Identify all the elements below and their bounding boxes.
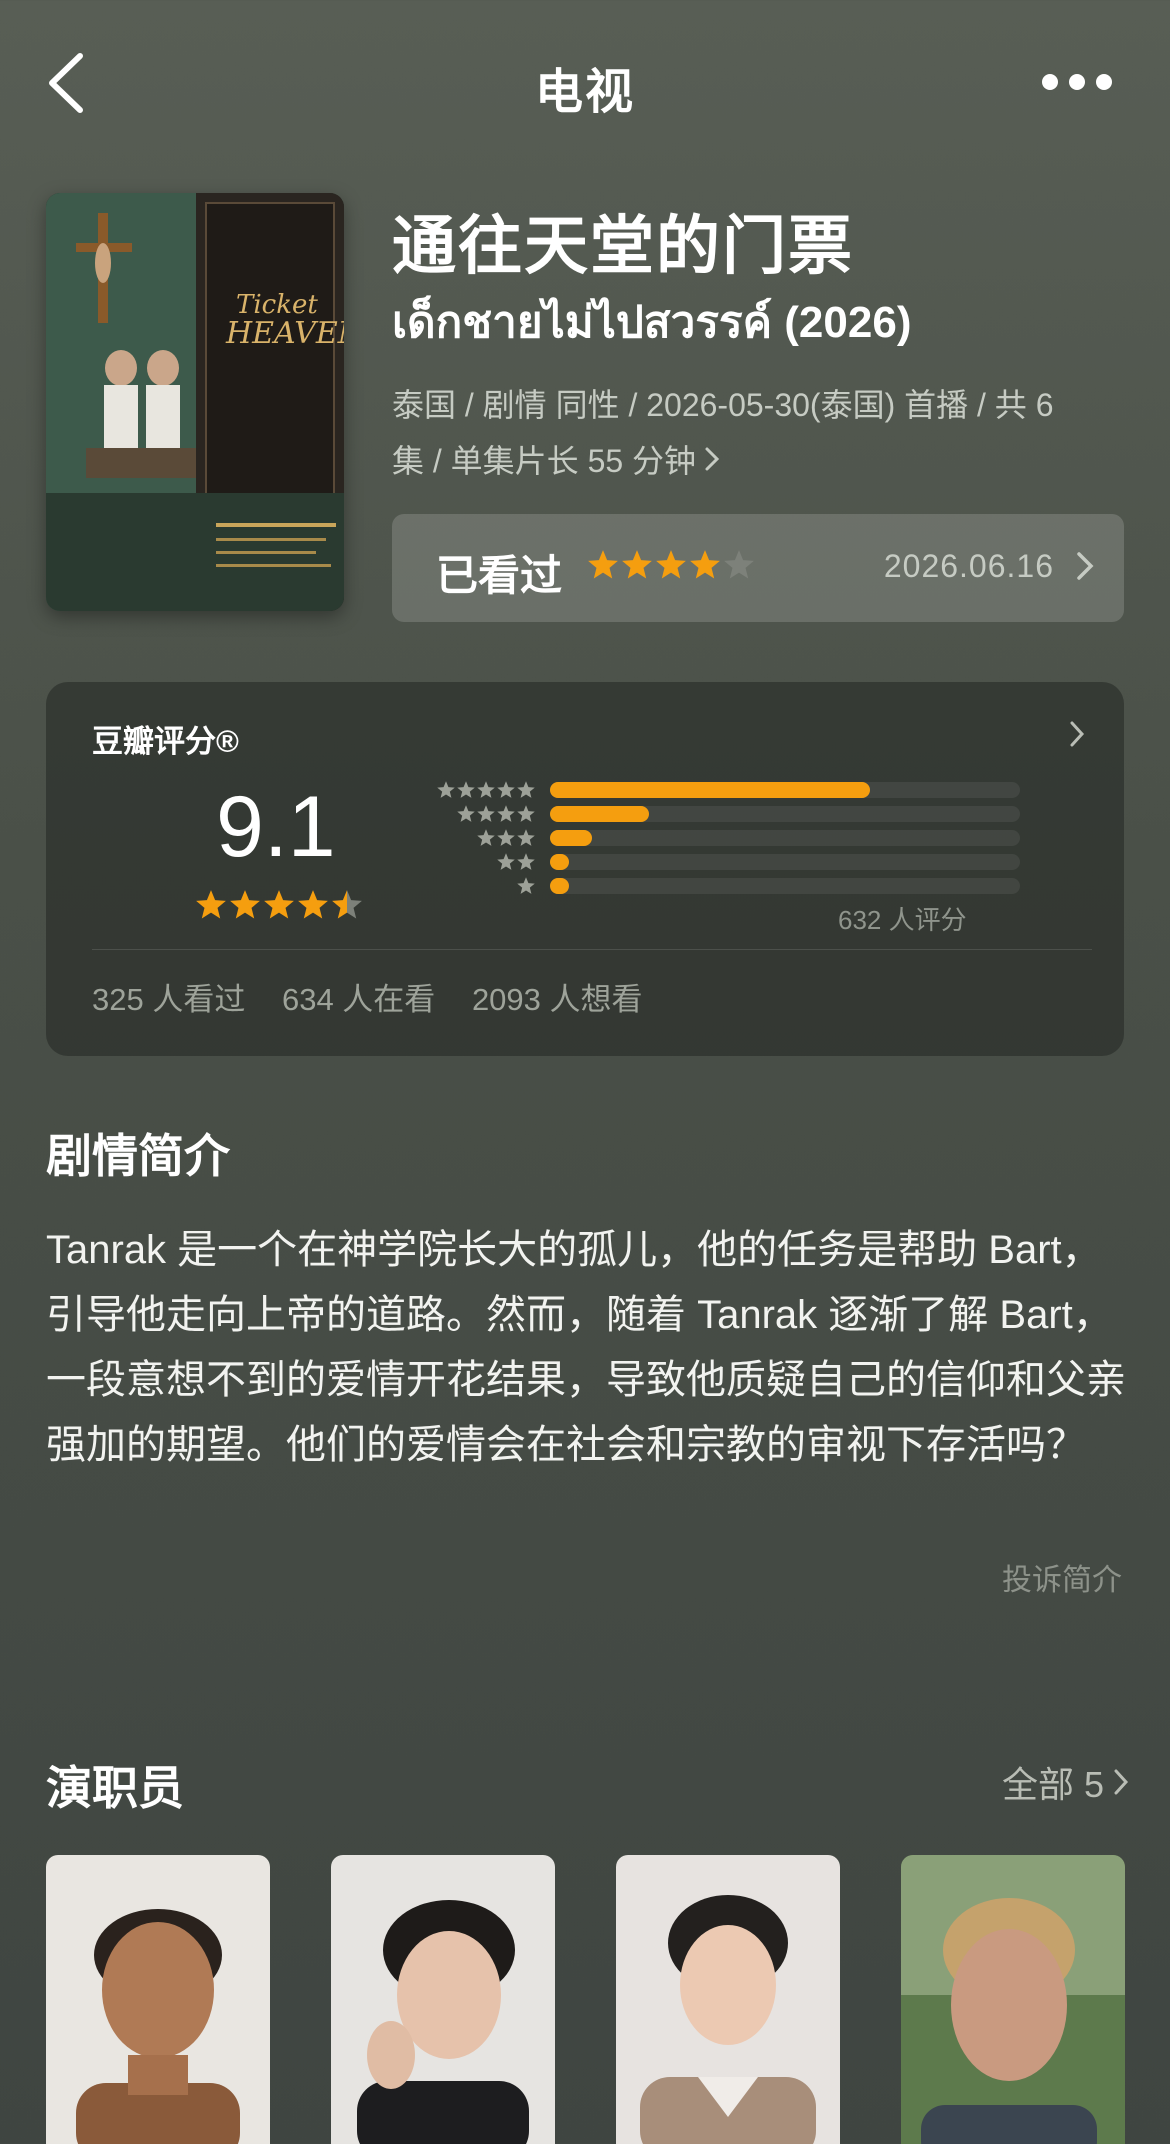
distribution-bar-track <box>550 854 1020 870</box>
distribution-bar-track <box>550 830 1020 846</box>
nav-bar: 电视 <box>0 0 1170 165</box>
distribution-bar-fill <box>550 806 649 822</box>
meta-line-1: 泰国 / 剧情 同性 / 2026-05-30(泰国) 首播 / 共 6 <box>392 387 1054 423</box>
more-options-button[interactable] <box>1042 70 1112 94</box>
chevron-right-icon <box>1077 552 1094 580</box>
distribution-bar-fill <box>550 878 569 894</box>
person-portrait <box>901 1855 1125 2144</box>
chevron-right-icon <box>1070 721 1085 747</box>
watched-date: 2026.06.16 <box>883 548 1054 584</box>
distribution-bar-fill <box>550 830 593 846</box>
distribution-stars <box>384 780 536 800</box>
chevron-right-icon <box>705 447 720 471</box>
meta-line-2-wrap: 集 / 单集片长 55 分钟 <box>392 433 1132 489</box>
star-icon <box>497 781 515 798</box>
star-icon <box>477 829 495 846</box>
person-portrait <box>46 1855 270 2144</box>
star-icon <box>517 781 535 798</box>
rating-count: 632 人评分 <box>838 905 967 935</box>
star-icon <box>588 550 618 579</box>
synopsis-title: 剧情简介 <box>46 1130 230 1182</box>
star-icon <box>517 853 535 870</box>
star-icon <box>457 805 475 822</box>
rating-brand: 豆瓣评分® <box>92 724 239 759</box>
dot-icon <box>1042 74 1058 90</box>
svg-text:HEAVEN: HEAVEN <box>225 316 344 351</box>
star-icon <box>497 805 515 822</box>
star-icon <box>477 805 495 822</box>
star-icon <box>497 853 515 870</box>
star-icon <box>622 550 652 579</box>
star-icon <box>457 781 475 798</box>
show-title: 通往天堂的门票 <box>392 210 854 282</box>
watched-status-button[interactable]: 已看过 2026.06.16 <box>392 514 1124 622</box>
rating-stats: 325 人看过 634 人在看 2093 人想看 <box>92 974 671 1019</box>
star-icon <box>517 877 535 894</box>
distribution-stars <box>384 804 536 824</box>
cast-member-photo[interactable] <box>616 1855 840 2144</box>
cast-member-photo[interactable] <box>331 1855 555 2144</box>
want-count: 2093 人想看 <box>471 982 643 1017</box>
rating-score: 9.1 <box>216 779 336 875</box>
rating-score-stars <box>194 888 364 922</box>
distribution-bar-track <box>550 806 1020 822</box>
cast-all-label: 全部 5 <box>1001 1764 1104 1805</box>
star-icon <box>196 890 226 919</box>
star-icon <box>437 781 455 798</box>
report-synopsis-link[interactable]: 投诉简介 <box>1002 1555 1122 1599</box>
my-rating-stars <box>586 548 756 582</box>
star-icon <box>517 829 535 846</box>
star-icon <box>690 550 720 579</box>
star-icon <box>264 890 294 919</box>
dot-icon <box>1069 74 1085 90</box>
watching-count: 634 人在看 <box>281 982 436 1017</box>
show-meta[interactable]: 泰国 / 剧情 同性 / 2026-05-30(泰国) 首播 / 共 6 集 /… <box>392 377 1132 489</box>
rating-card[interactable]: 豆瓣评分® 9.1 632 人评分 325 人看过 634 人在看 2093 人… <box>46 682 1124 1056</box>
star-icon <box>517 805 535 822</box>
star-icon <box>724 550 754 579</box>
watched-count: 325 人看过 <box>92 982 246 1017</box>
distribution-stars <box>384 852 536 872</box>
star-icon <box>298 890 328 919</box>
cast-list <box>46 1855 1125 2144</box>
cast-title: 演职员 <box>46 1762 184 1814</box>
star-icon <box>497 829 515 846</box>
watched-label: 已看过 <box>436 552 563 599</box>
nav-title: 电视 <box>534 66 635 119</box>
cast-all-link[interactable]: 全部 5 <box>1002 1756 1130 1808</box>
star-icon <box>332 890 362 919</box>
cast-member-photo[interactable] <box>901 1855 1125 2144</box>
distribution-stars <box>384 828 536 848</box>
divider <box>92 949 1092 950</box>
person-portrait <box>616 1855 840 2144</box>
person-portrait <box>331 1855 555 2144</box>
cast-member-photo[interactable] <box>46 1855 270 2144</box>
poster-art: Ticket HEAVEN <box>46 193 344 611</box>
dot-icon <box>1096 74 1112 90</box>
show-original-title: เด็กชายไม่ไปสวรรค์ (2026) <box>392 298 912 347</box>
meta-line-2: 集 / 单集片长 55 分钟 <box>392 443 697 479</box>
distribution-bar-fill <box>550 782 870 798</box>
synopsis-text: Tanrak 是一个在神学院长大的孤儿，他的任务是帮助 Bart，引导他走向上帝… <box>46 1228 1126 1467</box>
star-icon <box>477 781 495 798</box>
distribution-stars <box>384 876 536 896</box>
poster-image[interactable]: Ticket HEAVEN <box>46 193 344 611</box>
distribution-bar-track <box>550 782 1020 798</box>
distribution-bar-track <box>550 878 1020 894</box>
star-icon <box>656 550 686 579</box>
star-icon <box>230 890 260 919</box>
distribution-bar-fill <box>550 854 569 870</box>
chevron-right-icon <box>1114 1769 1129 1795</box>
